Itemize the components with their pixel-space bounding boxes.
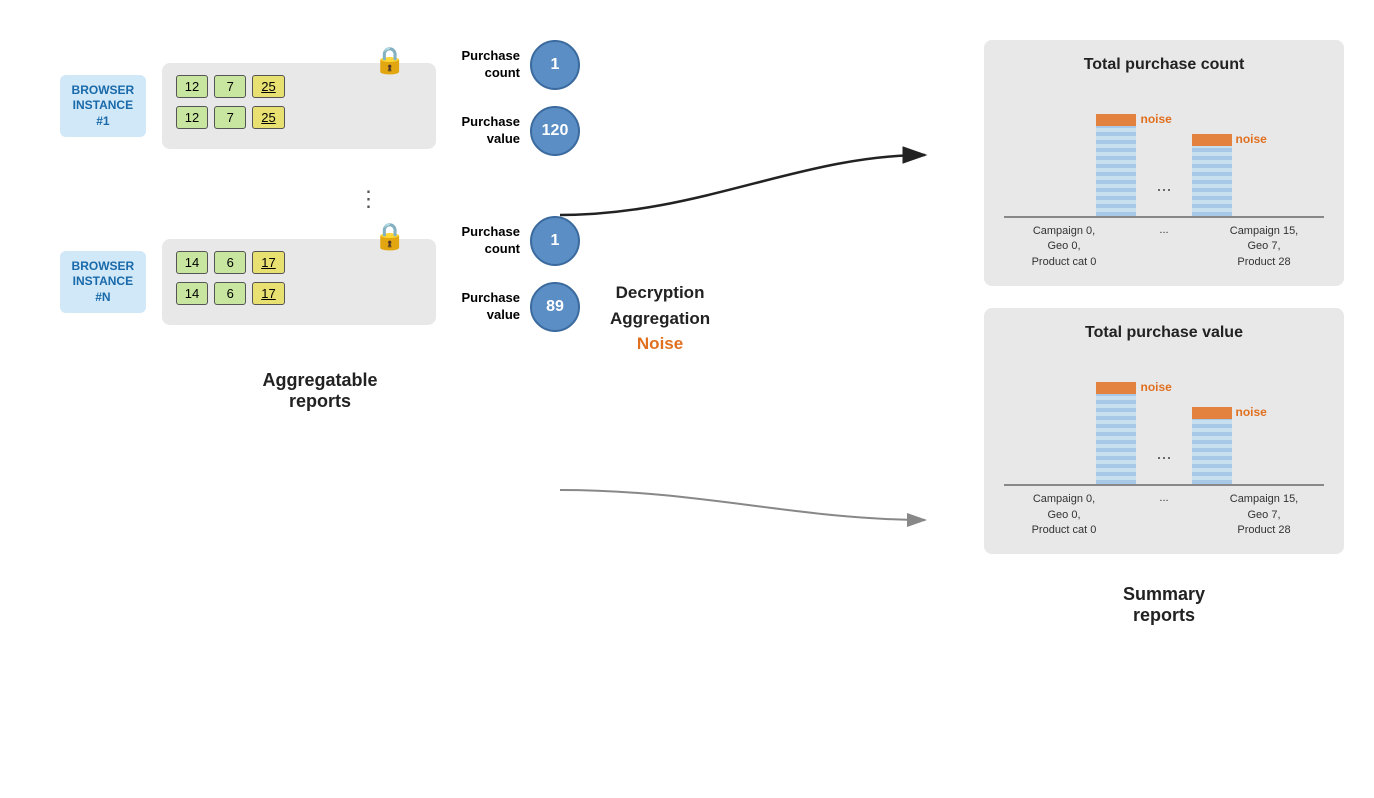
chart2-bar2-main [1192, 419, 1232, 484]
cell-n-1-2: 6 [214, 251, 246, 274]
process-label: Decryption Aggregation Noise [610, 280, 710, 357]
browser-label-1: BROWSERINSTANCE #1 [60, 75, 146, 138]
chart2-noise-label-2: noise [1236, 405, 1267, 419]
chart2-bar2: noise [1192, 407, 1232, 484]
metric-circle-n-1: 1 [530, 216, 580, 266]
summary-reports-label: Summaryreports [1123, 584, 1205, 626]
cell-n-2-2: 6 [214, 282, 246, 305]
chart1-noise-label-2: noise [1236, 132, 1267, 146]
metric-label-1-1: Purchasecount [450, 48, 520, 82]
metric-item-n-1: Purchasecount 1 [450, 216, 580, 266]
chart1-bar1-label: Campaign 0,Geo 0,Product cat 0 [1019, 224, 1109, 270]
chart2-noise-label-1: noise [1140, 380, 1171, 394]
metric-label-n-2: Purchasevalue [450, 290, 520, 324]
dots-separator: ⋮ [358, 186, 383, 212]
right-section: Total purchase count noise ... noise [984, 40, 1344, 626]
metric-circle-1-2: 120 [530, 106, 580, 156]
cell-1-1-2: 7 [214, 75, 246, 98]
chart-title-2: Total purchase value [1004, 324, 1324, 342]
cell-1-2-3: 25 [252, 106, 284, 129]
cell-1-1-1: 12 [176, 75, 208, 98]
chart2-bar1: noise [1096, 382, 1136, 484]
chart1-mid-dots: ... [1149, 224, 1179, 270]
metric-label-1-2: Purchasevalue [450, 114, 520, 148]
metric-circle-n-2: 89 [530, 282, 580, 332]
cell-1-2-1: 12 [176, 106, 208, 129]
cell-n-1-1: 14 [176, 251, 208, 274]
report-row-n-1: 14 6 17 [176, 251, 422, 274]
metric-item-1-2: Purchasevalue 120 [450, 106, 580, 156]
chart1-bar2-label: Campaign 15,Geo 7,Product 28 [1219, 224, 1309, 270]
report-box-n: 🔒 14 6 17 14 6 17 [162, 239, 436, 325]
chart1-bar1: noise [1096, 114, 1136, 216]
chart1-bar1-noise [1096, 114, 1136, 126]
left-section: BROWSERINSTANCE #1 🔒 12 7 25 12 7 25 Pur… [30, 40, 610, 412]
chart2-bar2-noise [1192, 407, 1232, 419]
chart1-dots: ... [1156, 175, 1171, 216]
browser-block-1: BROWSERINSTANCE #1 🔒 12 7 25 12 7 25 Pur… [60, 40, 580, 172]
metric-circle-1-1: 1 [530, 40, 580, 90]
cell-n-2-1: 14 [176, 282, 208, 305]
cell-n-1-3: 17 [252, 251, 284, 274]
lock-icon-1: 🔒 [374, 45, 406, 76]
report-row-1-2: 12 7 25 [176, 106, 422, 129]
metric-label-n-1: Purchasecount [450, 224, 520, 258]
chart2-dots: ... [1156, 443, 1171, 484]
chart-box-1: Total purchase count noise ... noise [984, 40, 1344, 286]
report-row-1-1: 12 7 25 [176, 75, 422, 98]
aggregation-label: Aggregation [610, 309, 710, 328]
chart1-bar1-main [1096, 126, 1136, 216]
aggregatable-reports-label: Aggregatablereports [262, 370, 377, 412]
chart2-bar1-label: Campaign 0,Geo 0,Product cat 0 [1019, 492, 1109, 538]
chart2-bar1-main [1096, 394, 1136, 484]
cell-1-2-2: 7 [214, 106, 246, 129]
chart-title-1: Total purchase count [1004, 56, 1324, 74]
browser-label-n: BROWSERINSTANCE #N [60, 251, 146, 314]
noise-label: Noise [637, 334, 683, 353]
chart1-bar2-noise [1192, 134, 1232, 146]
chart1-bar2-main [1192, 146, 1232, 216]
cell-1-1-3: 25 [252, 75, 284, 98]
chart2-bar1-noise [1096, 382, 1136, 394]
chart-box-2: Total purchase value noise ... noise [984, 308, 1344, 554]
browser-block-n: BROWSERINSTANCE #N 🔒 14 6 17 14 6 17 Pur… [60, 216, 580, 348]
middle-section: Decryption Aggregation Noise [610, 280, 710, 357]
chart1-noise-label-1: noise [1140, 112, 1171, 126]
report-row-n-2: 14 6 17 [176, 282, 422, 305]
report-box-1: 🔒 12 7 25 12 7 25 [162, 63, 436, 149]
decryption-label: Decryption [616, 283, 705, 302]
cell-n-2-3: 17 [252, 282, 284, 305]
metric-item-n-2: Purchasevalue 89 [450, 282, 580, 332]
main-container: BROWSERINSTANCE #1 🔒 12 7 25 12 7 25 Pur… [0, 0, 1374, 798]
chart2-bar2-label: Campaign 15,Geo 7,Product 28 [1219, 492, 1309, 538]
lock-icon-n: 🔒 [374, 221, 406, 252]
metric-group-1: Purchasecount 1 Purchasevalue 120 [450, 40, 580, 172]
metric-item-1-1: Purchasecount 1 [450, 40, 580, 90]
metric-group-n: Purchasecount 1 Purchasevalue 89 [450, 216, 580, 348]
chart1-bar2: noise [1192, 134, 1232, 216]
chart2-mid-dots: ... [1149, 492, 1179, 538]
